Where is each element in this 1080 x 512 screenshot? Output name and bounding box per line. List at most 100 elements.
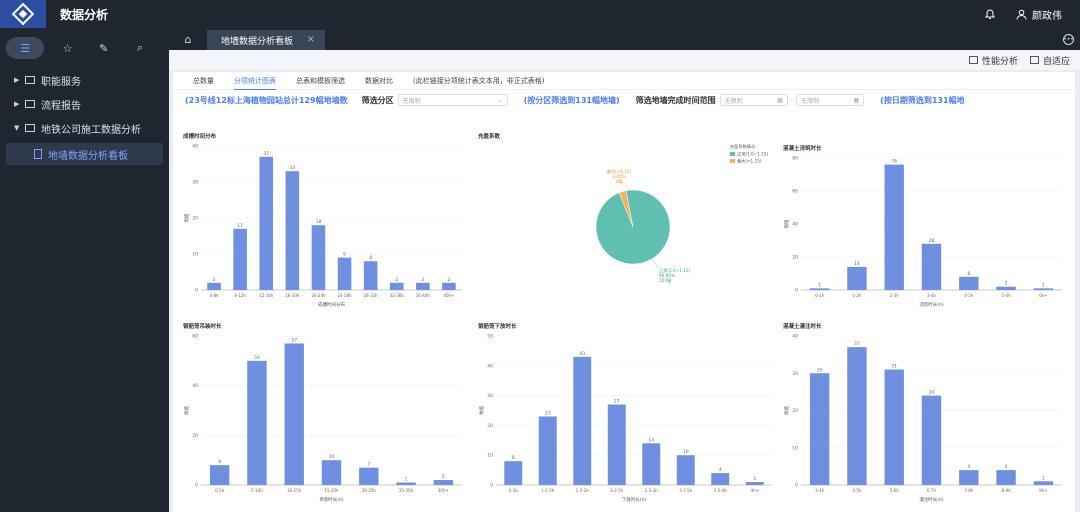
date-filter-label: 筛选地墙完成时间范围 [635,95,716,105]
bar [959,276,979,290]
edit-icon[interactable]: ✎ [91,37,117,59]
legend-swatch [730,152,735,156]
summary-text: (23号线12标上海植物园站总计129幅地墙数 [185,95,348,105]
data-label: 2 [448,277,451,283]
bar [959,470,979,485]
folder-icon [25,76,35,84]
adaptive-button[interactable]: 自适应 [1029,54,1070,67]
star-icon[interactable]: ☆ [54,37,80,59]
y-tick-label: 40 [192,383,198,389]
legend-swatch [730,159,735,163]
bar [745,482,764,485]
x-tick-label: 30h+ [438,488,449,493]
data-label: 8 [967,271,970,277]
y-tick-label: 20 [792,255,798,261]
logo-icon [11,2,35,26]
sidebar-item-label: 职能服务 [41,76,81,88]
tab-charts[interactable]: 分项统计图表 [234,76,276,90]
data-label: 8 [512,455,515,461]
x-tick-label: 20-24h [311,293,326,298]
filter-row: (23号线12标上海植物园站总计129幅地墙数 筛选分区 无限制 ⌄ (按分区筛… [173,90,1075,110]
x-axis-label: 吊装时长(h) [319,496,344,503]
data-label: 10 [683,449,689,455]
toolbar: 性能分析 自适应 [169,50,1080,70]
bar [285,171,300,290]
user-icon [1016,9,1027,20]
data-label: 1 [818,282,821,288]
user-name[interactable]: 颜政伟 [1032,7,1062,22]
x-tick-label: 9h+ [1039,488,1047,493]
bar [573,356,592,485]
tab-label: 地墙数据分析看板 [221,36,294,47]
sidebar-item-wall-dashboard[interactable]: 地墙数据分析看板 [6,143,163,165]
slice-label: 4幅 [616,178,623,185]
sidebar-item-services[interactable]: ▶ 职能服务 [0,68,169,92]
x-axis-label: 浇筑时长(h) [919,301,944,308]
x-tick-label: 20-25h [362,488,377,493]
x-tick-label: 4h+ [751,488,759,493]
data-label: 8 [218,459,221,465]
panel-tabs: 总数量 分项统计图表 总表和模板筛选 数据对比 (此栏链接分项统计表文本用，非正… [173,72,1075,90]
app-title: 数据分析 [60,7,109,22]
y-tick-label: 80 [792,156,798,162]
bar [847,266,867,290]
bar [921,395,942,485]
bell-icon[interactable] [984,8,996,20]
y-tick-label: 60 [792,189,798,195]
bar [809,288,830,290]
bar [1033,288,1054,290]
data-label: 37 [263,151,269,157]
x-tick-label: 0-1h [815,293,825,298]
x-tick-label: 40h+ [443,293,454,298]
more-icon[interactable]: ••• [1063,34,1074,45]
tab-compare[interactable]: 数据对比 [365,76,393,86]
bar [359,467,379,485]
calendar-icon: ▦ [776,96,783,104]
data-label: 2 [442,474,445,480]
bar [363,261,378,290]
menu-list-icon[interactable]: ☰ [6,37,45,59]
y-axis-label: 地墙 [183,213,190,222]
x-tick-label: 6-7h [927,488,937,493]
data-label: 27 [614,399,620,405]
bar [538,416,557,485]
app-logo[interactable] [0,0,46,28]
data-label: 2 [213,277,216,283]
tab-bar: ⌂ 地墙数据分析看板 ✕ ••• [169,28,1080,50]
data-label: 23 [545,410,551,416]
bar [311,225,326,290]
bar [809,373,830,485]
date-from-input[interactable]: 无限制 ▦ [719,94,788,106]
x-tick-label: 12-16h [259,293,274,298]
home-icon[interactable]: ⌂ [169,28,207,50]
data-label: 14 [854,261,860,267]
x-tick-label: 4-8h [210,293,220,298]
chart-2: 充盈系数 偏大(>1.15) 3.05% 4幅 正常(1.0~1.15) 96.95% 12… [478,132,778,312]
performance-button[interactable]: 性能分析 [968,54,1018,67]
x-tick-label: 3-4h [927,293,937,298]
tab-total[interactable]: 总数量 [193,76,214,86]
chevron-right-icon: ▶ [14,100,20,108]
bar [442,282,456,290]
document-icon [34,149,42,159]
date-to-input[interactable]: 无限制 ▦ [796,94,865,106]
y-tick-label: 30 [192,180,198,186]
data-label: 9 [343,252,346,258]
tab-note[interactable]: (此栏链接分项统计表文本用，非正式表格) [413,76,544,86]
tab-table-filter[interactable]: 总表和模板筛选 [296,76,345,86]
y-axis-label: 地墙 [478,406,485,415]
search-icon[interactable]: ⌕ [127,37,153,59]
y-tick-label: 10 [192,252,198,258]
close-icon[interactable]: ✕ [307,35,315,45]
chevron-down-icon: ▼ [14,124,20,132]
area-select[interactable]: 无限制 ⌄ [397,94,508,106]
data-label: 4 [967,464,970,470]
tab-wall-dashboard[interactable]: 地墙数据分析看板 ✕ [207,30,325,50]
bar [233,228,247,290]
x-tick-label: 2.5-3h [645,488,658,493]
y-tick-label: 0 [490,483,493,489]
sidebar-item-reports[interactable]: ▶ 流程报告 [0,92,169,116]
x-tick-label: 36-40h [416,293,431,298]
area-select-value: 无限制 [402,97,421,105]
sidebar-item-metro-analysis[interactable]: ▼ 地铁公司施工数据分析 [0,116,169,140]
